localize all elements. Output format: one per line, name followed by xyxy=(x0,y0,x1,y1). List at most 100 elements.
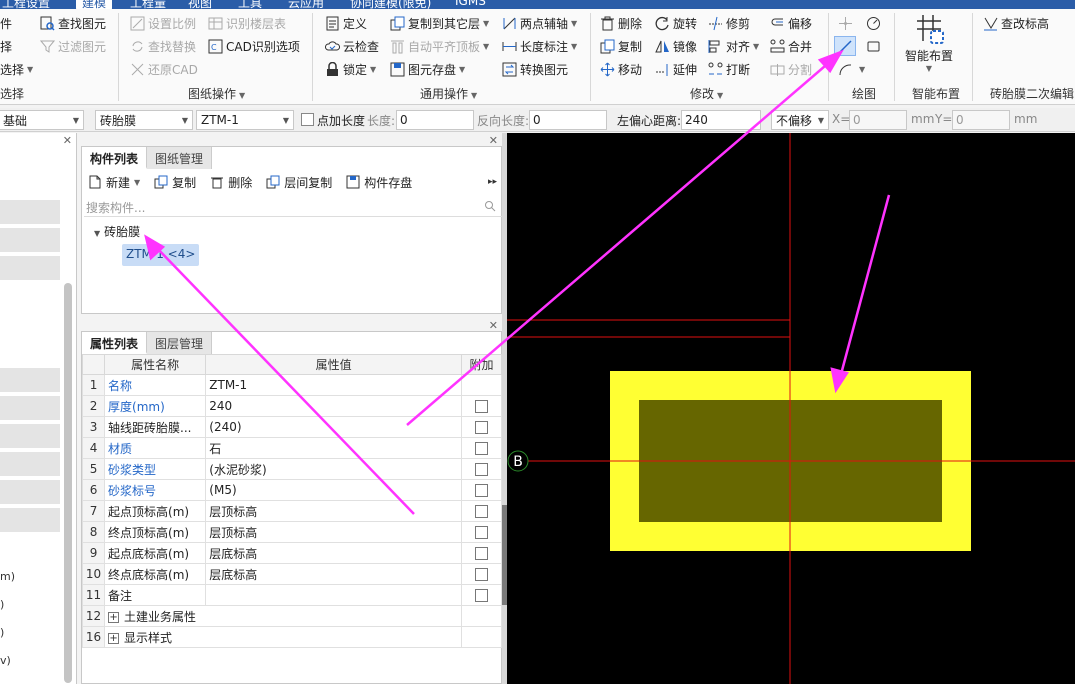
property-value[interactable]: 层顶标高 xyxy=(205,521,462,543)
property-value[interactable]: 层底标高 xyxy=(205,542,462,564)
menu-tools[interactable]: 工具 xyxy=(238,0,262,9)
property-row[interactable]: 3 轴线距砖胎膜... (240) xyxy=(81,416,503,438)
restore-cad-button[interactable]: 还原CAD xyxy=(130,59,198,79)
tab-layer-management[interactable]: 图层管理 xyxy=(147,332,213,354)
property-row[interactable]: 12 + 土建业务属性 xyxy=(81,605,503,627)
move-button[interactable]: 移动 xyxy=(600,59,642,79)
component-search-input[interactable]: 搜索构件... xyxy=(84,197,502,217)
rotate-button[interactable]: 旋转 xyxy=(655,13,697,33)
find-element-button[interactable]: 查找图元 xyxy=(40,13,106,33)
type-select[interactable]: 砖胎膜 ▼ xyxy=(95,110,193,130)
smart-layout-button[interactable]: 智能布置 ▼ xyxy=(904,13,954,83)
nav-row[interactable] xyxy=(0,200,60,224)
copy-to-other-layer-button[interactable]: 复制到其它层 ▼ xyxy=(390,13,489,33)
y-input[interactable]: 0 xyxy=(952,110,1010,130)
convert-element-button[interactable]: 转换图元 xyxy=(502,59,568,79)
trim-button[interactable]: 修剪 xyxy=(708,13,750,33)
lock-button[interactable]: 锁定 ▼ xyxy=(325,59,376,79)
copy-component-button[interactable]: 复制 xyxy=(154,174,196,191)
addon-checkbox[interactable] xyxy=(474,484,488,497)
draw-point-button[interactable] xyxy=(838,13,856,33)
property-row[interactable]: 16 + 显示样式 xyxy=(81,626,503,648)
property-value[interactable]: (240) xyxy=(205,416,462,438)
delete-component-button[interactable]: 删除 xyxy=(210,174,252,191)
nav-row[interactable] xyxy=(0,424,60,448)
expand-icon[interactable]: + xyxy=(108,611,120,623)
split-button[interactable]: 分割 xyxy=(770,59,812,79)
property-value[interactable]: 240 xyxy=(205,395,462,417)
property-row[interactable]: 4 材质石 xyxy=(81,437,503,459)
tab-property-list[interactable]: 属性列表 xyxy=(82,332,148,354)
set-scale-button[interactable]: 设置比例 xyxy=(130,13,196,33)
layer-copy-button[interactable]: 层间复制 xyxy=(266,174,332,191)
new-component-button[interactable]: 新建 ▼ xyxy=(88,174,140,191)
nav-row[interactable] xyxy=(0,480,60,504)
property-row[interactable]: 7 起点顶标高(m) 层顶标高 xyxy=(81,500,503,522)
draw-rect-button[interactable] xyxy=(866,36,884,56)
property-row[interactable]: 9 起点底标高(m) 层底标高 xyxy=(81,542,503,564)
property-value[interactable]: (水泥砂浆) xyxy=(205,458,462,480)
tree-node-root[interactable]: ▼ 砖胎膜 xyxy=(94,223,140,240)
property-row[interactable]: 10 终点底标高(m) 层底标高 xyxy=(81,563,503,585)
floor-select[interactable]: 基础 ▼ xyxy=(0,110,84,130)
scrollbar[interactable] xyxy=(64,283,72,683)
property-value[interactable]: ZTM-1 xyxy=(205,374,462,396)
property-row[interactable]: 2 厚度(mm) 240 xyxy=(81,395,503,417)
nav-row[interactable] xyxy=(0,452,60,476)
nav-row[interactable] xyxy=(0,508,60,532)
menu-igms[interactable]: IGMS xyxy=(455,0,486,8)
property-value[interactable]: 层底标高 xyxy=(205,563,462,585)
check-elevation-button[interactable]: 查改标高 xyxy=(983,13,1049,33)
property-row[interactable]: 6 砂浆标号 (M5) xyxy=(81,479,503,501)
select-btn-2[interactable]: 择 xyxy=(0,36,12,56)
addon-checkbox[interactable] xyxy=(474,547,488,560)
addon-checkbox[interactable] xyxy=(474,526,488,539)
collapse-icon[interactable]: ▼ xyxy=(94,229,100,238)
addon-checkbox[interactable] xyxy=(474,589,488,602)
menu-cloud[interactable]: 云应用 xyxy=(288,0,324,9)
draw-arc-button[interactable]: ▼ xyxy=(838,59,865,79)
property-row[interactable]: 1 名称 ZTM-1 xyxy=(81,374,503,396)
menu-quantity[interactable]: 工程量 xyxy=(130,0,166,9)
find-replace-button[interactable]: 查找替换 xyxy=(130,36,196,56)
addon-checkbox[interactable] xyxy=(474,421,488,434)
drawing-canvas[interactable]: B xyxy=(507,133,1075,684)
addon-checkbox[interactable] xyxy=(474,505,488,518)
nav-row[interactable] xyxy=(0,396,60,420)
addon-checkbox[interactable] xyxy=(474,463,488,476)
close-icon[interactable]: ✕ xyxy=(489,319,498,332)
merge-button[interactable]: 合并 xyxy=(770,36,812,56)
name-select[interactable]: ZTM-1 ▼ xyxy=(196,110,294,130)
tree-node-ztm-1[interactable]: ZTM-1 <4> xyxy=(122,244,200,266)
cad-identify-options-button[interactable]: C CAD识别选项 xyxy=(208,36,300,56)
define-button[interactable]: 定义 xyxy=(325,13,367,33)
addon-checkbox[interactable] xyxy=(474,400,488,413)
component-save-button[interactable]: 构件存盘 xyxy=(346,174,412,191)
close-icon[interactable]: ✕ xyxy=(489,134,498,147)
select-btn-1[interactable]: 件 xyxy=(0,13,12,33)
element-save-button[interactable]: 图元存盘 ▼ xyxy=(390,59,465,79)
align-button[interactable]: 对齐 ▼ xyxy=(708,36,759,56)
close-icon[interactable]: ✕ xyxy=(63,134,72,147)
cloud-check-button[interactable]: 云检查 xyxy=(325,36,379,56)
select-btn-3[interactable]: 选择 ▼ xyxy=(0,59,33,79)
reverse-length-input[interactable]: 0 xyxy=(529,110,607,130)
nav-row[interactable] xyxy=(0,368,60,392)
two-point-axis-button[interactable]: 两点辅轴 ▼ xyxy=(502,13,577,33)
more-icon[interactable]: ▸▸ xyxy=(488,177,497,187)
left-offset-input[interactable]: 240 xyxy=(681,110,761,130)
break-button[interactable]: 打断 xyxy=(708,59,750,79)
length-input[interactable]: 0 xyxy=(396,110,474,130)
draw-circle-button[interactable] xyxy=(866,13,884,33)
addon-checkbox[interactable] xyxy=(474,568,488,581)
nav-row[interactable] xyxy=(0,228,60,252)
filter-element-button[interactable]: 过滤图元 xyxy=(40,36,106,56)
length-dimension-button[interactable]: 长度标注 ▼ xyxy=(502,36,577,56)
draw-line-button[interactable] xyxy=(834,36,856,56)
menu-project-settings[interactable]: 工程设置 xyxy=(2,0,50,9)
nav-row[interactable] xyxy=(0,256,60,280)
property-value[interactable]: 层顶标高 xyxy=(205,500,462,522)
identify-floor-table-button[interactable]: 识别楼层表 xyxy=(208,13,286,33)
offset-mode-select[interactable]: 不偏移 ▼ xyxy=(771,110,829,130)
addon-checkbox[interactable] xyxy=(474,442,488,455)
